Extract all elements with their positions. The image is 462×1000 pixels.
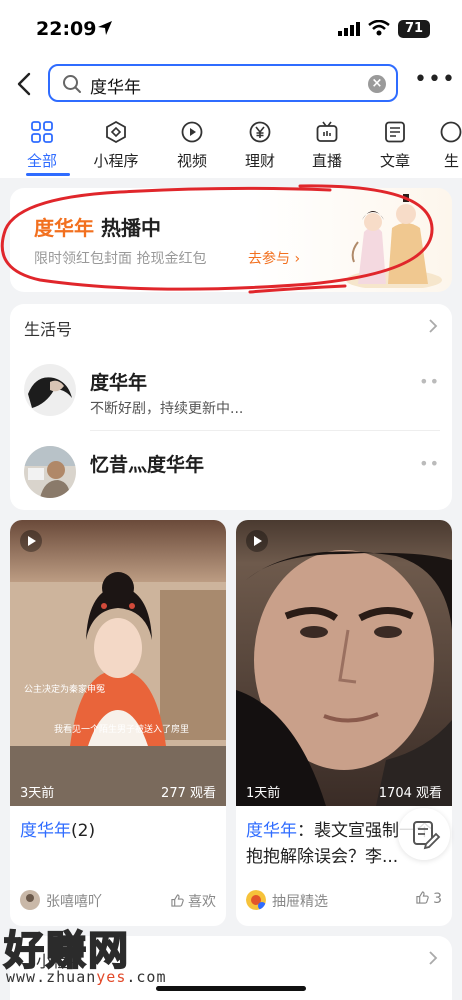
promo-banner[interactable]: 度华年 热播中 限时领红包封面 抢现金红包 去参与 › [10, 188, 452, 292]
author-avatar[interactable] [20, 890, 40, 910]
site-watermark: 好赚网 www.zhuanyes.com [3, 918, 204, 988]
video-title-rest: (2) [71, 821, 96, 841]
promo-join-link[interactable]: 去参与 › [248, 248, 300, 268]
life-account-row[interactable]: 度华年 不断好剧，持续更新中... •• [24, 362, 444, 422]
drama-characters-illustration [346, 194, 442, 288]
edit-note-button[interactable] [398, 808, 450, 860]
tab-label: 理财 [244, 152, 275, 170]
tab-article[interactable]: 文章 [365, 120, 425, 171]
category-tabs: 全部 小程序 视频 理财 直播 文章 生 [0, 112, 462, 178]
search-icon [63, 75, 81, 93]
tab-label: 文章 [379, 152, 410, 170]
video-title[interactable]: 度华年(2) [20, 818, 220, 844]
video-views: 1704 观看 [378, 786, 442, 801]
search-query[interactable]: 度华年 [90, 73, 141, 98]
back-arrow-icon[interactable] [12, 70, 38, 98]
tab-video[interactable]: 视频 [162, 120, 222, 171]
promo-title-highlight: 度华年 [34, 216, 94, 240]
thumb-up-icon [415, 891, 429, 904]
tab-life[interactable]: 生 [432, 120, 462, 171]
like-label: 喜欢 [188, 894, 216, 910]
life-account-row[interactable]: 忆昔灬度华年 •• [24, 444, 444, 500]
subtitle-caption: 我看见一个陌生男子被送入了房里 [54, 723, 189, 735]
play-icon [246, 530, 268, 552]
like-button[interactable]: 喜欢 [170, 891, 216, 911]
more-dots-icon[interactable]: •• [419, 454, 440, 473]
clear-search-icon[interactable]: × [368, 75, 386, 93]
watermark-url-part: www.zhuan [6, 968, 97, 986]
author-name[interactable]: 张嘻嘻吖 [46, 891, 102, 911]
status-bar: 22:09 71 [0, 0, 462, 56]
life-icon [440, 121, 462, 143]
yen-icon [249, 121, 271, 143]
watermark-url-part: .com [126, 968, 167, 986]
video-card[interactable]: 公主决定为秦家申冤 我看见一个陌生男子被送入了房里 3天前 277 观看 度华年… [10, 520, 226, 926]
search-input[interactable]: 度华年 × [48, 64, 398, 102]
battery-indicator: 71 [398, 20, 430, 38]
tab-mini-program[interactable]: 小程序 [86, 120, 146, 171]
status-time: 22:09 [36, 18, 97, 40]
signal-icon [338, 22, 360, 36]
subtitle-caption: 公主决定为秦家申冤 [24, 683, 105, 695]
active-tab-indicator [26, 173, 70, 176]
chevron-right-icon[interactable] [428, 950, 438, 966]
life-accounts-card: 生活号 度华年 不断好剧，持续更新中... •• 忆昔灬度华年 •• [10, 304, 452, 510]
account-name[interactable]: 忆昔灬度华年 [90, 450, 204, 477]
video-age: 3天前 [20, 786, 55, 801]
tab-live[interactable]: 直播 [297, 120, 357, 171]
home-indicator[interactable] [156, 986, 306, 991]
tab-label: 直播 [311, 152, 342, 170]
tab-finance[interactable]: 理财 [230, 120, 290, 171]
more-options-button[interactable]: ••• [414, 69, 455, 92]
video-title-highlight: 度华年 [20, 821, 71, 841]
location-arrow-icon [98, 21, 112, 35]
video-footer: 抽屉精选 3 [246, 888, 446, 912]
account-avatar[interactable] [24, 446, 76, 498]
like-button[interactable]: 3 [415, 891, 442, 907]
chevron-right-icon[interactable] [428, 318, 438, 334]
tab-all[interactable]: 全部 [12, 120, 72, 171]
like-count: 3 [433, 891, 442, 907]
play-icon [181, 121, 203, 143]
promo-title: 度华年 热播中 [34, 212, 161, 241]
tab-label: 小程序 [93, 152, 139, 170]
video-footer: 张嘻嘻吖 喜欢 [20, 888, 220, 912]
tab-label: 全部 [26, 152, 57, 170]
divider [90, 430, 440, 431]
author-name[interactable]: 抽屉精选 [272, 891, 328, 911]
account-name[interactable]: 度华年 [90, 368, 147, 395]
more-dots-icon[interactable]: •• [419, 372, 440, 391]
watermark-url-highlight: yes [96, 968, 127, 986]
tab-label: 生 [444, 152, 460, 170]
video-thumbnail[interactable]: 1天前 1704 观看 [236, 520, 452, 806]
life-section-title: 生活号 [24, 320, 73, 339]
video-card[interactable]: 1天前 1704 观看 度华年：裴文宣强制一个抱抱解除误会？李... 抽屉精选 … [236, 520, 452, 926]
watermark-url: www.zhuanyes.com [6, 968, 167, 986]
play-icon [20, 530, 42, 552]
account-description: 不断好剧，持续更新中... [90, 401, 244, 417]
video-title-highlight: 度华年 [246, 821, 297, 841]
promo-title-rest: 热播中 [94, 216, 161, 240]
search-bar: 度华年 × ••• [0, 56, 462, 112]
video-views: 277 观看 [161, 786, 216, 801]
edit-note-icon [413, 821, 441, 850]
grid-icon [31, 121, 53, 143]
promo-subtitle: 限时领红包封面 抢现金红包 [34, 251, 207, 267]
tab-label: 视频 [176, 152, 207, 170]
author-avatar[interactable] [246, 890, 266, 910]
thumb-up-icon [170, 894, 184, 907]
document-icon [385, 121, 405, 143]
account-avatar[interactable] [24, 364, 76, 416]
wifi-icon [368, 20, 390, 36]
video-thumbnail[interactable]: 公主决定为秦家申冤 我看见一个陌生男子被送入了房里 3天前 277 观看 [10, 520, 226, 806]
video-age: 1天前 [246, 786, 281, 801]
tv-icon [316, 121, 338, 142]
mini-program-icon [106, 120, 126, 144]
